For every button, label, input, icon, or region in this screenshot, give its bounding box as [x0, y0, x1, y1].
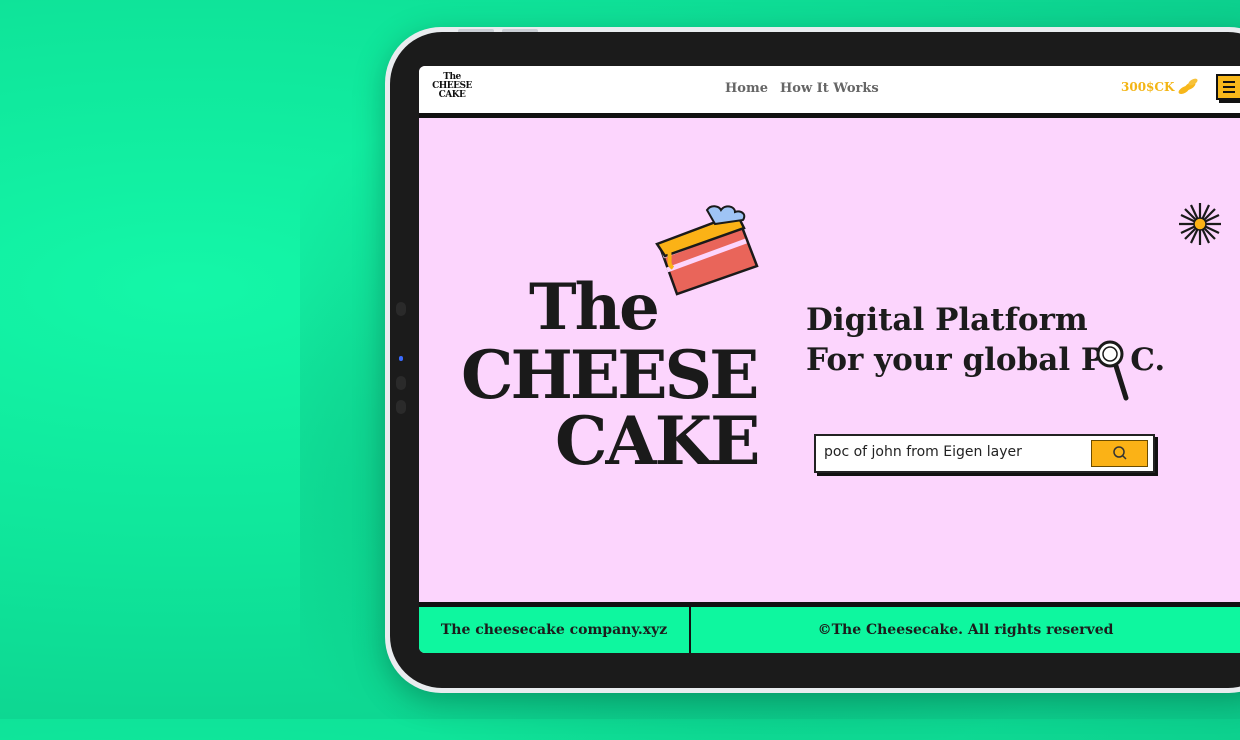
search-input[interactable]: [822, 443, 1086, 461]
hamburger-menu-icon[interactable]: [1216, 74, 1240, 100]
hero-logo-the: The: [529, 270, 660, 345]
footer-bar: The cheesecake company.xyz ©The Cheeseca…: [419, 602, 1240, 653]
magnifier-icon: [1096, 340, 1129, 401]
coin-stack-icon: [1178, 78, 1198, 94]
hero-logo: The CHEESE CAKE: [439, 205, 760, 486]
tagline-line-2-end: C.: [1130, 342, 1166, 378]
search-icon: [1113, 446, 1127, 460]
tagline-line-2-start: For your global P: [806, 342, 1105, 378]
top-navbar: The CHEESE CAKE Home How It Works 300$CK: [419, 66, 1240, 118]
tablet-sensor: [396, 400, 406, 414]
website-screen: The CHEESE CAKE Home How It Works 300$CK…: [419, 66, 1240, 653]
nav-link-how-it-works[interactable]: How It Works: [780, 81, 879, 96]
nav-logo-line: CAKE: [438, 90, 466, 100]
tablet-led: [399, 356, 403, 361]
nav-link-home[interactable]: Home: [725, 81, 768, 96]
sparkle-icon: [1179, 203, 1221, 245]
nav-logo[interactable]: The CHEESE CAKE: [429, 73, 475, 103]
token-balance: 300$CK: [1121, 80, 1175, 94]
footer-company-link[interactable]: The cheesecake company.xyz: [419, 607, 691, 653]
search-bar: [814, 434, 1155, 473]
search-button[interactable]: [1091, 440, 1148, 467]
tablet-sensor: [396, 376, 406, 390]
tablet-camera: [396, 302, 406, 316]
tagline-line-1: Digital Platform: [806, 302, 1088, 338]
hero-logo-cake: CAKE: [555, 402, 760, 480]
footer-copyright: ©The Cheesecake. All rights reserved: [817, 622, 1114, 638]
cake-slice-icon: [655, 205, 759, 296]
